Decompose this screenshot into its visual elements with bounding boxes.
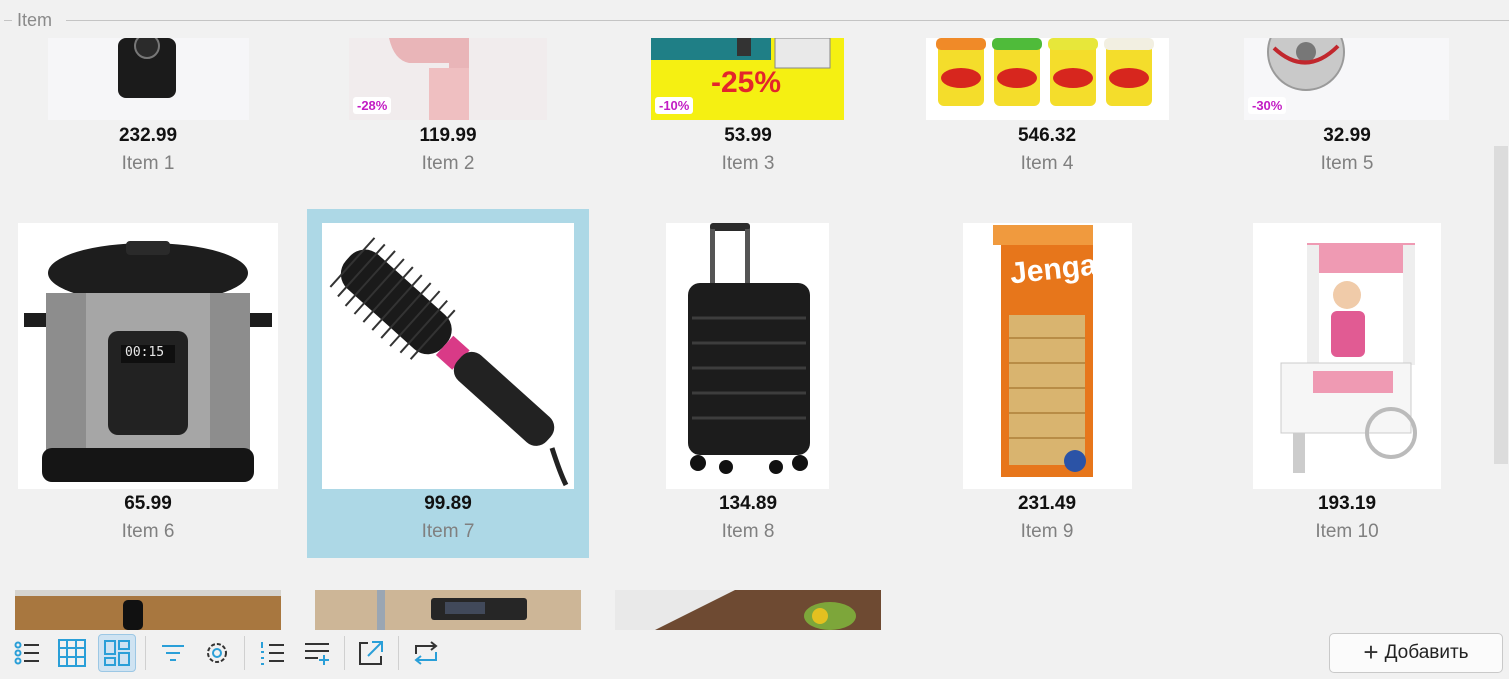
- item-price: 231.49: [1017, 493, 1077, 514]
- add-button[interactable]: + Добавить: [1329, 633, 1503, 673]
- item-price: 65.99: [124, 493, 172, 514]
- toolbar-separator: [344, 636, 345, 670]
- item-price: 53.99: [724, 125, 772, 146]
- item-image: [15, 590, 281, 630]
- item-gallery-window: Item 232.99 Item 1 -28% 119.99 Item 2 -2…: [0, 0, 1509, 679]
- item-image: [1253, 223, 1441, 489]
- item-image: [666, 223, 829, 489]
- discount-badge: -28%: [353, 97, 392, 114]
- item-tile[interactable]: -30% 32.99 Item 5: [1206, 38, 1488, 176]
- toolbar-separator: [244, 636, 245, 670]
- open-external-button[interactable]: [352, 634, 390, 672]
- scrollbar-thumb[interactable]: [1494, 146, 1508, 464]
- item-tile[interactable]: Jenga 231.49 Item 9: [906, 209, 1188, 558]
- item-tile[interactable]: 00:15 65.99 Item 6: [7, 209, 289, 558]
- item-tile[interactable]: -28% 119.99 Item 2: [307, 38, 589, 176]
- item-name: Item 10: [1315, 521, 1379, 542]
- item-name: Item 3: [721, 153, 775, 174]
- promo-banner: -25%: [711, 66, 782, 99]
- numbered-list-button[interactable]: [253, 634, 291, 672]
- group-divider-right: [66, 20, 1509, 21]
- table-view-icon: [58, 639, 86, 667]
- group-header: Item: [0, 8, 1509, 34]
- item-image: -25% -10%: [651, 38, 844, 120]
- item-image: -28%: [349, 38, 547, 120]
- item-tile[interactable]: 134.89 Item 8: [607, 209, 889, 558]
- list-view-button[interactable]: [8, 634, 46, 672]
- item-name: Item 5: [1320, 153, 1374, 174]
- item-image: -30%: [1244, 38, 1449, 120]
- table-view-button[interactable]: [53, 634, 91, 672]
- item-tile[interactable]: 546.32 Item 4: [906, 38, 1188, 176]
- plus-icon: +: [1363, 636, 1379, 667]
- tile-viewport[interactable]: 232.99 Item 1 -28% 119.99 Item 2 -25% -1…: [0, 38, 1493, 630]
- item-name: Item 1: [121, 153, 175, 174]
- open-external-icon: [359, 641, 383, 665]
- add-button-label: Добавить: [1384, 642, 1469, 663]
- list-view-icon: [14, 641, 39, 665]
- group-title: Item: [17, 10, 53, 30]
- add-row-button[interactable]: [298, 634, 336, 672]
- item-name: Item 6: [121, 521, 175, 542]
- item-name: Item 9: [1020, 521, 1074, 542]
- filter-button[interactable]: [154, 634, 192, 672]
- item-price: 99.89: [424, 493, 472, 514]
- item-price: 119.99: [419, 125, 477, 146]
- settings-button[interactable]: [198, 634, 236, 672]
- item-tile[interactable]: -25% -10% 53.99 Item 3: [607, 38, 889, 176]
- toolbar-separator: [145, 636, 146, 670]
- item-name: Item 2: [421, 153, 475, 174]
- refresh-icon: [414, 641, 438, 665]
- numbered-list-icon: [261, 642, 284, 665]
- item-name: Item 8: [721, 521, 775, 542]
- item-tile-partial[interactable]: [607, 590, 889, 630]
- item-image: 00:15: [18, 223, 278, 489]
- appliance-display-text: 00:15: [125, 345, 165, 360]
- item-price: 232.99: [118, 125, 178, 146]
- vertical-scrollbar[interactable]: [1493, 38, 1509, 630]
- item-price: 32.99: [1323, 125, 1371, 146]
- item-tile-partial[interactable]: [7, 590, 289, 630]
- refresh-button[interactable]: [407, 634, 445, 672]
- item-tile[interactable]: 193.19 Item 10: [1206, 209, 1488, 558]
- tile-view-icon: [104, 640, 130, 666]
- item-image: [315, 590, 581, 630]
- item-image: Jenga: [963, 223, 1132, 489]
- item-name: Item 4: [1020, 153, 1074, 174]
- item-tile-partial[interactable]: [307, 590, 589, 630]
- item-price: 546.32: [1017, 125, 1077, 146]
- item-image: [615, 590, 881, 630]
- group-divider-left: [4, 20, 12, 21]
- item-tile[interactable]: 232.99 Item 1: [7, 38, 289, 176]
- filter-icon: [162, 645, 184, 661]
- toolbar-separator: [398, 636, 399, 670]
- item-image: [926, 38, 1169, 120]
- item-price: 193.19: [1317, 493, 1377, 514]
- settings-icon: [207, 643, 227, 663]
- tile-view-button[interactable]: [98, 634, 136, 672]
- item-image: [322, 223, 574, 489]
- discount-badge: -10%: [655, 97, 694, 114]
- discount-badge: -30%: [1248, 97, 1287, 114]
- item-price: 134.89: [718, 493, 778, 514]
- item-name: Item 7: [421, 521, 475, 542]
- bottom-toolbar: + Добавить: [0, 630, 1509, 679]
- item-tile-selected[interactable]: 99.89 Item 7: [307, 209, 589, 558]
- add-row-icon: [305, 643, 329, 665]
- item-image: [48, 38, 249, 120]
